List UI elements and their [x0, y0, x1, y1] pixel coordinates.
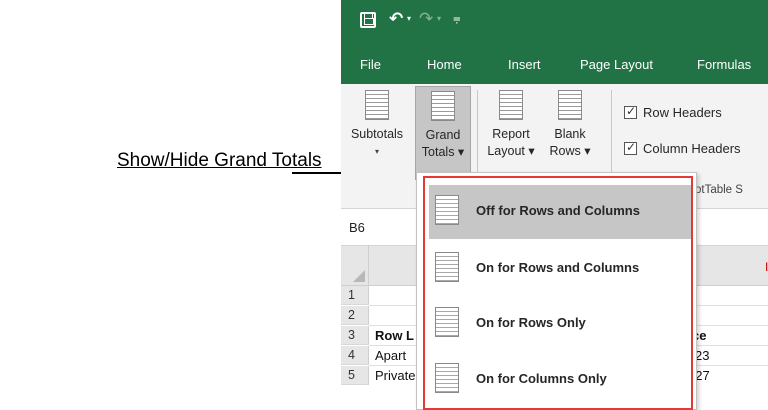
blank-rows-icon: [558, 90, 582, 120]
undo-dropdown-icon[interactable]: ▾: [407, 14, 411, 23]
tab-home[interactable]: Home: [427, 57, 462, 72]
grand-totals-off-icon: [435, 195, 459, 225]
subtotals-label: Subtotals: [350, 127, 404, 141]
grand-totals-on-icon: [435, 252, 459, 282]
tab-formulas[interactable]: Formulas: [697, 57, 751, 72]
row-headers-label: Row Headers: [643, 105, 722, 120]
grand-totals-button[interactable]: Grand Totals ▾: [415, 86, 471, 180]
menu-item-on-rows-only[interactable]: On for Rows Only: [429, 297, 691, 351]
menu-item-label: On for Columns Only: [476, 371, 607, 386]
row-headers-checkbox[interactable]: Row Headers: [624, 104, 722, 120]
cell-row-labels[interactable]: Row L: [375, 326, 414, 345]
report-layout-button[interactable]: Report Layout ▾: [481, 86, 541, 180]
tab-insert[interactable]: Insert: [508, 57, 541, 72]
checkbox-checked-icon: [624, 140, 637, 155]
grand-totals-columns-icon: [435, 363, 459, 393]
row-header-1[interactable]: 1: [341, 286, 369, 305]
menu-item-off-rows-columns[interactable]: Off for Rows and Columns: [429, 185, 691, 239]
row-header-3[interactable]: 3: [341, 326, 369, 345]
subtotals-button[interactable]: Subtotals ▾: [345, 86, 409, 180]
quick-access-toolbar: ↶ ▾ ↷ ▾ ⩦: [341, 0, 768, 46]
redo-dropdown-icon[interactable]: ▾: [437, 14, 441, 23]
blank-rows-label-1: Blank: [554, 127, 586, 141]
report-layout-icon: [499, 90, 523, 120]
cell-apartment[interactable]: Apart: [375, 346, 406, 365]
grand-totals-menu: Off for Rows and Columns On for Rows and…: [416, 172, 697, 410]
row-header-4[interactable]: 4: [341, 346, 369, 365]
report-layout-label-1: Report: [492, 127, 530, 141]
name-box[interactable]: B6: [349, 220, 365, 235]
blank-rows-button[interactable]: Blank Rows ▾: [543, 86, 597, 180]
checkbox-checked-icon: [624, 104, 637, 119]
menu-item-label: On for Rows Only: [476, 315, 586, 330]
menu-item-on-columns-only[interactable]: On for Columns Only: [429, 353, 691, 407]
column-headers-label: Column Headers: [643, 141, 741, 156]
ribbon-separator: [477, 90, 478, 172]
customize-toolbar-icon[interactable]: ⩦: [453, 11, 461, 26]
row-header-5[interactable]: 5: [341, 366, 369, 385]
grand-totals-label-1: Grand: [425, 128, 461, 142]
ribbon-tabs: File Home Insert Page Layout Formulas: [341, 46, 768, 84]
tab-file[interactable]: File: [360, 57, 381, 72]
callout-label: Show/Hide Grand Totals: [117, 150, 322, 171]
cell-value[interactable]: 23: [695, 346, 709, 365]
undo-icon[interactable]: ↶: [389, 9, 403, 29]
column-headers-checkbox[interactable]: Column Headers: [624, 140, 741, 156]
grand-totals-icon: [431, 91, 455, 121]
menu-item-label: Off for Rows and Columns: [476, 203, 640, 218]
subtotals-dropdown-icon: ▾: [374, 147, 379, 156]
grand-totals-label-2: Totals ▾: [421, 145, 465, 159]
grand-totals-rows-icon: [435, 307, 459, 337]
ribbon-separator: [611, 90, 612, 172]
menu-item-on-rows-columns[interactable]: On for Rows and Columns: [429, 242, 691, 296]
select-all-corner[interactable]: [341, 246, 369, 286]
tab-page-layout[interactable]: Page Layout: [580, 57, 653, 72]
menu-item-label: On for Rows and Columns: [476, 260, 640, 275]
blank-rows-label-2: Rows ▾: [549, 144, 591, 158]
redo-icon[interactable]: ↷: [419, 9, 433, 29]
subtotals-icon: [365, 90, 389, 120]
report-layout-label-2: Layout ▾: [487, 144, 535, 158]
row-header-2[interactable]: 2: [341, 306, 369, 325]
save-icon[interactable]: [360, 12, 376, 28]
